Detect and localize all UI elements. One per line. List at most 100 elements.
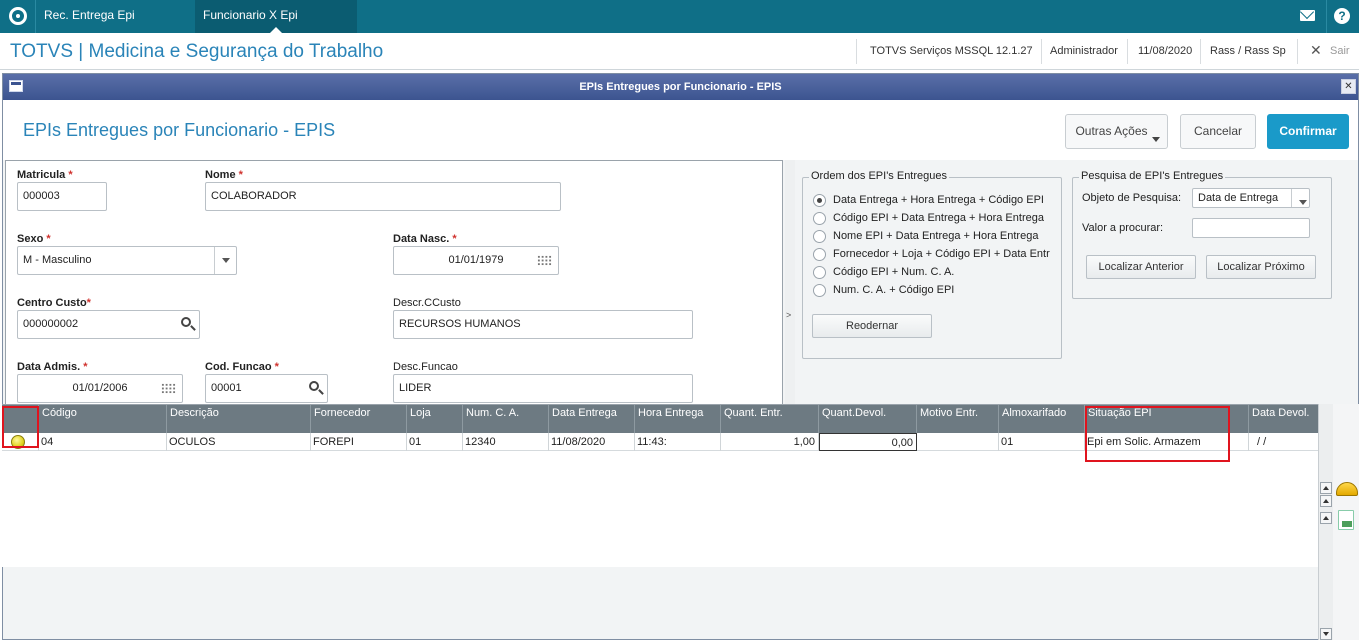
more-actions-label: Outras Ações — [1075, 124, 1148, 138]
data-admis-label: Data Admis. * — [17, 361, 88, 373]
more-actions-button[interactable]: Outras Ações — [1065, 114, 1168, 149]
user-info: Administrador — [1050, 45, 1118, 57]
cell-descricao[interactable]: OCULOS — [167, 433, 311, 451]
grid-col-fornecedor[interactable]: Fornecedor — [311, 405, 407, 433]
radio-button[interactable] — [813, 284, 826, 297]
header-separator — [856, 39, 857, 64]
top-tab-bar: Rec. Entrega Epi [02.9.0035]× Funcionari… — [0, 0, 1359, 53]
exit-button[interactable]: Sair — [1330, 45, 1350, 57]
object-label: Objeto de Pesquisa: — [1082, 192, 1182, 204]
descr-ccusto-label: Descr.CCusto — [393, 297, 461, 309]
desc-funcao-field[interactable]: LIDER — [393, 374, 693, 403]
ordem-option-label: Nome EPI + Data Entrega + Hora Entrega — [833, 230, 1039, 242]
descr-ccusto-field[interactable]: RECURSOS HUMANOS — [393, 310, 693, 339]
find-previous-button[interactable]: Localizar Anterior — [1086, 255, 1196, 279]
data-nasc-value: 01/01/1979 — [448, 254, 504, 266]
chevron-down-icon[interactable] — [1291, 189, 1309, 207]
search-icon[interactable] — [181, 317, 191, 327]
find-next-button[interactable]: Localizar Próximo — [1206, 255, 1316, 279]
tab-rec-entrega-epi[interactable]: Rec. Entrega Epi [02.9.0035]× — [36, 0, 195, 53]
nome-field[interactable]: COLABORADOR — [205, 182, 561, 211]
sexo-select[interactable]: M - Masculino — [17, 246, 237, 275]
exit-icon[interactable]: ✕ — [1310, 42, 1322, 59]
ordem-group: Ordem dos EPI's Entregues Data Entrega +… — [802, 170, 1062, 359]
chevron-down-icon[interactable] — [214, 247, 236, 274]
grid-col-codigo[interactable]: Código — [39, 405, 167, 433]
help-icon[interactable]: ? — [1334, 8, 1350, 24]
search-icon[interactable] — [309, 381, 319, 391]
mail-icon[interactable] — [1300, 10, 1315, 21]
ordem-option-label: Código EPI + Data Entrega + Hora Entrega — [833, 212, 1044, 224]
grid-col-loja[interactable]: Loja — [407, 405, 463, 433]
helmet-icon[interactable] — [1336, 482, 1358, 496]
dialog-title: EPIs Entregues por Funcionario - EPIS — [579, 81, 782, 93]
splitter-arrow-icon[interactable]: > — [786, 310, 791, 320]
search-object-value: Data de Entrega — [1198, 192, 1279, 204]
grid-col-descricao[interactable]: Descrição — [167, 405, 311, 433]
grid-col-almoxarifado[interactable]: Almoxarifado — [999, 405, 1085, 433]
grid-col-quant-entr[interactable]: Quant. Entr. — [721, 405, 819, 433]
cell-codigo[interactable]: 04 — [39, 433, 167, 451]
document-icon[interactable] — [1338, 510, 1354, 530]
search-object-select[interactable]: Data de Entrega — [1192, 188, 1310, 208]
calendar-icon[interactable] — [537, 255, 552, 266]
data-nasc-field[interactable]: 01/01/1979 — [393, 246, 559, 275]
dialog-close-icon[interactable]: ✕ — [1341, 79, 1356, 94]
radio-button[interactable] — [813, 194, 826, 207]
centro-custo-value: 000000002 — [23, 318, 79, 330]
calendar-icon[interactable] — [161, 383, 176, 394]
radio-button[interactable] — [813, 248, 826, 261]
ordem-option-label: Código EPI + Num. C. A. — [833, 266, 955, 278]
cod-funcao-label: Cod. Funcao * — [205, 361, 279, 373]
highlight-status-box — [2, 406, 39, 448]
highlight-situacao-box — [1085, 406, 1230, 462]
scroll-up-button[interactable] — [1320, 495, 1332, 507]
cell-loja[interactable]: 01 — [407, 433, 463, 451]
cell-motivo-entr[interactable] — [917, 433, 999, 451]
radio-button[interactable] — [813, 212, 826, 225]
ordem-option-label: Num. C. A. + Código EPI — [833, 284, 955, 296]
sexo-value: M - Masculino — [23, 254, 92, 266]
cell-data-entrega[interactable]: 11/08/2020 — [549, 433, 635, 451]
cell-quant-entr[interactable]: 1,00 — [721, 433, 819, 451]
sexo-label: Sexo * — [17, 233, 51, 245]
grid-scrollbar[interactable] — [1318, 404, 1333, 640]
radio-button[interactable] — [813, 230, 826, 243]
cell-num-ca[interactable]: 12340 — [463, 433, 549, 451]
cell-data-devol[interactable]: / / — [1249, 433, 1318, 451]
scroll-down-button[interactable] — [1320, 628, 1332, 640]
grid-col-num-ca[interactable]: Num. C. A. — [463, 405, 549, 433]
grid-col-data-entrega[interactable]: Data Entrega — [549, 405, 635, 433]
cod-funcao-field[interactable]: 00001 — [205, 374, 328, 403]
nome-label: Nome * — [205, 169, 243, 181]
app-logo-icon[interactable] — [9, 7, 27, 25]
scroll-up-button[interactable] — [1320, 512, 1332, 524]
header-separator — [1297, 39, 1298, 64]
desc-funcao-label: Desc.Funcao — [393, 361, 458, 373]
ordem-group-title: Ordem dos EPI's Entregues — [809, 170, 949, 182]
grid-col-motivo-entr[interactable]: Motivo Entr. — [917, 405, 999, 433]
centro-custo-field[interactable]: 000000002 — [17, 310, 200, 339]
tab-funcionario-x-epi[interactable]: Funcionario X Epi [02.9.0035]× — [195, 0, 357, 53]
environment-info: TOTVS Serviços MSSQL 12.1.27 — [870, 45, 1033, 57]
reorder-button[interactable]: Reodernar — [812, 314, 932, 338]
centro-custo-label: Centro Custo* — [17, 297, 91, 309]
grid-col-data-devol[interactable]: Data Devol. — [1249, 405, 1318, 433]
date-info: 11/08/2020 — [1138, 45, 1193, 57]
cell-hora-entrega[interactable]: 11:43: — [635, 433, 721, 451]
grid-col-hora-entrega[interactable]: Hora Entrega — [635, 405, 721, 433]
cell-fornecedor[interactable]: FOREPI — [311, 433, 407, 451]
grid-col-quant-devol[interactable]: Quant.Devol. — [819, 405, 917, 433]
scroll-top-button[interactable] — [1320, 482, 1332, 494]
confirm-button[interactable]: Confirmar — [1267, 114, 1349, 149]
header-separator — [1127, 39, 1128, 64]
cell-almoxarifado[interactable]: 01 — [999, 433, 1085, 451]
cancel-button[interactable]: Cancelar — [1180, 114, 1256, 149]
data-admis-field[interactable]: 01/01/2006 — [17, 374, 183, 403]
cell-quant-devol[interactable]: 0,00 — [819, 433, 917, 451]
radio-button[interactable] — [813, 266, 826, 279]
app-title: TOTVS | Medicina e Segurança do Trabalho — [10, 41, 384, 62]
search-value-input[interactable] — [1192, 218, 1310, 238]
matricula-field[interactable]: 000003 — [17, 182, 107, 211]
chevron-down-icon — [1152, 137, 1160, 142]
